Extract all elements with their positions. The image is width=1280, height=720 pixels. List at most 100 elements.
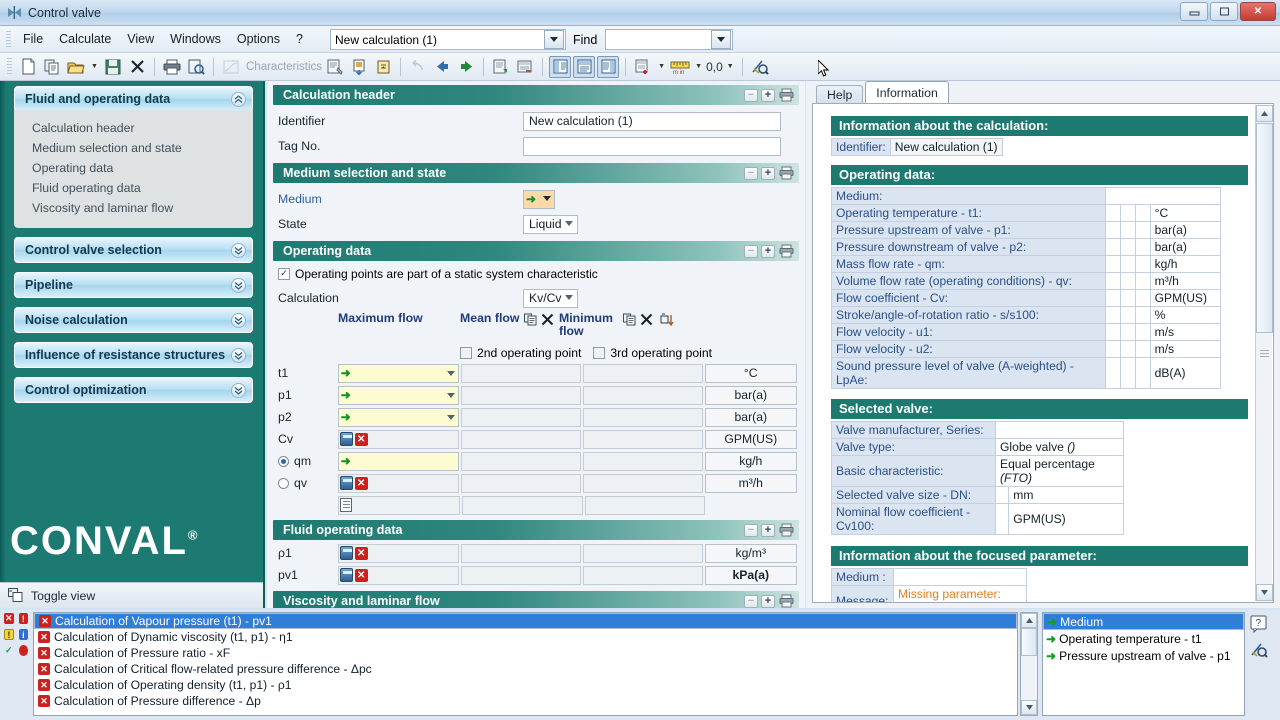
add-table-icon[interactable]	[632, 56, 654, 78]
forward-icon[interactable]	[455, 56, 477, 78]
t1-unit[interactable]: °C	[705, 364, 797, 383]
help-icon[interactable]: ?	[1248, 613, 1270, 635]
rho1-unit[interactable]: kg/m³	[705, 544, 797, 563]
minimize-button[interactable]	[1180, 2, 1208, 21]
list-item[interactable]: ➜ Pressure upstream of valve - p1	[1043, 647, 1244, 664]
report-icon[interactable]	[324, 56, 346, 78]
clear-mean-icon[interactable]	[539, 311, 556, 328]
tab-help[interactable]: Help	[816, 85, 863, 103]
scrollbar-thumb[interactable]	[1256, 123, 1273, 333]
list-item[interactable]: ➜ Medium	[1043, 613, 1244, 630]
menu-item-file[interactable]: File	[15, 29, 51, 49]
chevron-down-icon[interactable]	[231, 243, 246, 258]
qv-min-input[interactable]	[583, 474, 702, 493]
sidebar-item-operating-data[interactable]: Operating data	[14, 158, 253, 178]
warning-icon[interactable]: !	[4, 629, 14, 640]
expand-icon[interactable]: +	[761, 595, 775, 608]
calculator-icon[interactable]	[340, 432, 353, 446]
inspect-icon[interactable]	[1248, 639, 1270, 661]
cv-unit[interactable]: GPM(US)	[705, 430, 797, 449]
menu-item-calculate[interactable]: Calculate	[51, 29, 119, 49]
medium-select[interactable]: ➜	[523, 190, 555, 209]
notes-max-input[interactable]	[338, 496, 460, 515]
message-list-scrollbar[interactable]	[1020, 612, 1038, 716]
export-icon[interactable]	[348, 56, 370, 78]
menu-grip[interactable]	[6, 31, 11, 48]
collapse-icon[interactable]: −	[744, 167, 758, 180]
collapse-icon[interactable]: −	[744, 524, 758, 537]
chevron-down-icon[interactable]	[231, 278, 246, 293]
find-input[interactable]	[606, 31, 706, 48]
chevron-down-icon[interactable]	[447, 410, 458, 424]
print-section-icon[interactable]	[778, 523, 795, 538]
sidebar-group-header-optimization[interactable]: Control optimization	[14, 377, 253, 403]
sidebar-item-viscosity[interactable]: Viscosity and laminar flow	[14, 198, 253, 218]
list-item[interactable]: ✕ Calculation of Vapour pressure (t1) - …	[34, 613, 1017, 629]
chevron-down-icon[interactable]	[231, 348, 246, 363]
add-table-dropdown-icon[interactable]: ▼	[656, 63, 667, 70]
new-icon[interactable]	[17, 56, 39, 78]
info-icon[interactable]: i	[19, 629, 28, 640]
sidebar-group-header-noise[interactable]: Noise calculation	[14, 307, 253, 333]
p2-max-input[interactable]: ➜	[338, 408, 459, 427]
exclamation-icon[interactable]: !	[19, 613, 29, 624]
sidebar-item-fluid-operating-data[interactable]: Fluid operating data	[14, 178, 253, 198]
units-icon[interactable]: m in	[669, 56, 691, 78]
scrollbar-thumb[interactable]	[1021, 628, 1037, 656]
scroll-down-icon[interactable]	[1256, 584, 1273, 601]
clear-min-icon[interactable]	[638, 311, 655, 328]
p2-unit[interactable]: bar(a)	[705, 408, 797, 427]
second-operating-point-checkbox[interactable]	[460, 347, 472, 359]
pv1-min-input[interactable]	[583, 566, 702, 585]
state-select[interactable]: Liquid	[523, 215, 578, 234]
scroll-down-icon[interactable]	[1021, 700, 1037, 715]
t1-min-input[interactable]	[583, 364, 702, 383]
rho1-max-input[interactable]: ✕	[338, 544, 459, 563]
chevron-down-icon[interactable]	[447, 388, 458, 402]
rho1-min-input[interactable]	[583, 544, 702, 563]
list-item[interactable]: ✕ Calculation of Operating density (t1, …	[34, 677, 1017, 693]
print-section-icon[interactable]	[778, 166, 795, 181]
qm-radio-button[interactable]	[278, 456, 289, 467]
flag-icon[interactable]	[19, 645, 29, 656]
p2-min-input[interactable]	[583, 408, 702, 427]
menu-item-view[interactable]: View	[119, 29, 162, 49]
p2-mean-input[interactable]	[461, 408, 581, 427]
chevron-down-icon[interactable]	[562, 295, 577, 301]
maximize-button[interactable]	[1210, 2, 1238, 21]
calculator-icon[interactable]	[340, 568, 353, 582]
tab-information[interactable]: Information	[865, 81, 949, 103]
sidebar-group-header-pipeline[interactable]: Pipeline	[14, 272, 253, 298]
chevron-down-icon[interactable]	[562, 221, 577, 227]
decimals-dropdown-icon[interactable]: ▼	[725, 63, 736, 70]
open-icon[interactable]	[65, 56, 87, 78]
list-item[interactable]: ➜ Operating temperature - t1	[1043, 630, 1244, 647]
calculation-dropdown-button[interactable]	[544, 30, 564, 49]
expand-icon[interactable]: +	[761, 167, 775, 180]
chevron-down-icon[interactable]	[447, 366, 458, 380]
cv-max-input[interactable]: ✕	[338, 430, 459, 449]
calculation-selector[interactable]	[330, 29, 566, 50]
note-icon[interactable]	[340, 498, 352, 512]
sidebar-item-calculation-header[interactable]: Calculation header	[14, 118, 253, 138]
layout-1-icon[interactable]	[549, 56, 571, 78]
list-item[interactable]: ✕ Calculation of Dynamic viscosity (t1, …	[34, 629, 1017, 645]
calculation-mode-select[interactable]: Kv/Cv	[523, 289, 578, 308]
print-section-icon[interactable]	[778, 88, 795, 103]
chevron-down-icon[interactable]	[231, 383, 246, 398]
chevron-up-icon[interactable]	[231, 92, 246, 107]
toolbar-grip[interactable]	[7, 58, 12, 76]
export-report-icon[interactable]	[514, 56, 536, 78]
sidebar-group-header-resistance[interactable]: Influence of resistance structures	[14, 342, 253, 368]
open-dropdown-icon[interactable]: ▼	[89, 63, 100, 70]
list-item[interactable]: ✕ Calculation of Pressure difference - Δ…	[34, 693, 1017, 709]
error-icon[interactable]: ✕	[4, 613, 14, 624]
delete-icon[interactable]	[126, 56, 148, 78]
notes-mean-input[interactable]	[462, 496, 583, 515]
calculator-icon[interactable]	[340, 546, 353, 560]
expand-icon[interactable]: +	[761, 245, 775, 258]
message-list[interactable]: ✕ Calculation of Vapour pressure (t1) - …	[33, 612, 1018, 716]
menu-item-help[interactable]: ?	[288, 29, 311, 49]
transfer-values-icon[interactable]	[658, 311, 675, 328]
expand-icon[interactable]: +	[761, 524, 775, 537]
